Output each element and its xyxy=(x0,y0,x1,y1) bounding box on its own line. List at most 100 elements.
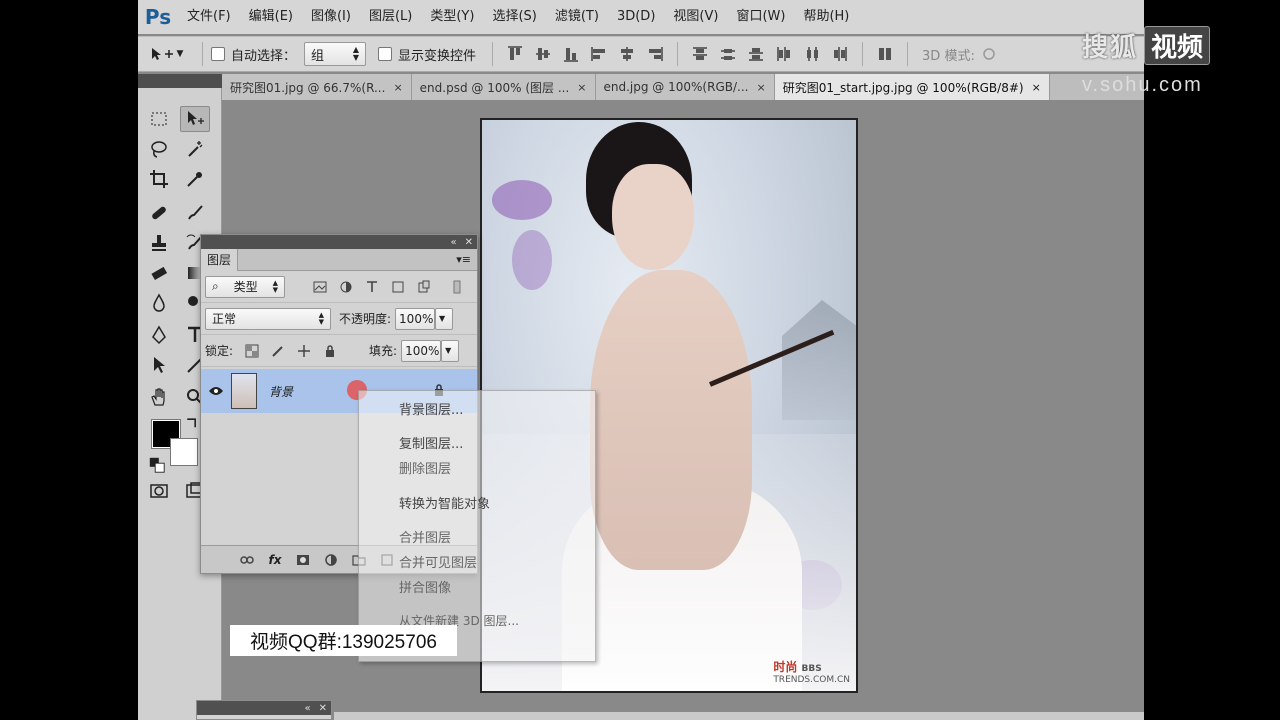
tab-document-2[interactable]: end.psd @ 100% (图层 ... × xyxy=(411,74,596,100)
path-selection-tool[interactable] xyxy=(144,352,174,378)
tab-document-3[interactable]: end.jpg @ 100%(RGB/... × xyxy=(595,74,775,100)
panel-menu-icon[interactable]: ▾≡ xyxy=(456,253,471,266)
tab-layers[interactable]: 图层 xyxy=(201,248,239,271)
3d-orbit-icon[interactable] xyxy=(979,44,999,64)
auto-select-dropdown[interactable]: 组 ▲ ▼ xyxy=(304,42,367,66)
move-tool[interactable] xyxy=(180,106,210,132)
align-top-icon[interactable] xyxy=(505,44,525,64)
menu-view[interactable]: 视图(V) xyxy=(664,0,727,34)
stepper-icon: ▲ ▼ xyxy=(272,278,278,294)
menu-3d[interactable]: 3D(D) xyxy=(608,0,664,34)
opacity-slider-button[interactable]: ▼ xyxy=(435,307,454,330)
align-right-icon[interactable] xyxy=(645,44,665,64)
magic-wand-tool[interactable] xyxy=(180,136,210,162)
quick-mask-button[interactable] xyxy=(144,478,174,504)
menu-help[interactable]: 帮助(H) xyxy=(794,0,858,34)
filter-toggle-icon[interactable] xyxy=(449,279,465,295)
tab-label: end.psd @ 100% (图层 ... xyxy=(419,80,570,95)
tab-document-4[interactable]: 研究图01_start.jpg.jpg @ 100%(RGB/8#) × xyxy=(774,74,1050,100)
close-icon[interactable]: ✕ xyxy=(319,703,327,714)
auto-align-icon[interactable] xyxy=(875,44,895,64)
show-transform-checkbox[interactable] xyxy=(378,47,393,61)
marquee-icon xyxy=(151,112,167,126)
move-tool-preset[interactable]: ▼ xyxy=(138,46,194,62)
menu-item-merge-visible[interactable]: 合并可见图层 xyxy=(399,552,477,571)
brush-tool[interactable] xyxy=(180,200,210,226)
menu-item-merge-layers[interactable]: 合并图层 xyxy=(399,527,451,546)
lock-position-icon[interactable] xyxy=(296,343,312,359)
swap-colors-button[interactable] xyxy=(184,416,200,432)
close-icon[interactable]: × xyxy=(577,81,586,94)
distribute-top-icon[interactable] xyxy=(690,44,710,64)
add-mask-icon[interactable] xyxy=(295,552,311,568)
align-vcenter-icon[interactable] xyxy=(533,44,553,64)
eye-icon[interactable] xyxy=(201,385,231,397)
link-layers-icon[interactable] xyxy=(239,552,255,568)
distribute-right-icon[interactable] xyxy=(830,44,850,64)
align-bottom-icon[interactable] xyxy=(561,44,581,64)
distribute-hcenter-icon[interactable] xyxy=(802,44,822,64)
panel-titlebar[interactable]: « ✕ xyxy=(197,701,331,715)
menu-item-duplicate-layer[interactable]: 复制图层... xyxy=(399,433,463,452)
healing-brush-tool[interactable] xyxy=(144,200,174,226)
default-colors-button[interactable] xyxy=(148,456,166,474)
menu-item-delete-layer[interactable]: 删除图层 xyxy=(399,458,451,477)
background-color-swatch[interactable] xyxy=(170,438,198,466)
opacity-input[interactable]: 100% xyxy=(395,307,436,330)
blend-mode-dropdown[interactable]: 正常 ▲ ▼ xyxy=(205,307,331,330)
distribute-left-icon[interactable] xyxy=(774,44,794,64)
close-icon[interactable]: × xyxy=(393,81,402,94)
lock-pixels-icon[interactable] xyxy=(270,343,286,359)
fx-icon[interactable]: fx xyxy=(267,552,283,568)
blur-tool[interactable] xyxy=(144,290,174,316)
menu-layer[interactable]: 图层(L) xyxy=(360,0,421,34)
eyedropper-tool[interactable] xyxy=(180,166,210,192)
smart-object-filter-icon[interactable] xyxy=(416,279,432,295)
menu-image[interactable]: 图像(I) xyxy=(302,0,360,34)
menu-file[interactable]: 文件(F) xyxy=(178,0,240,34)
menu-filter[interactable]: 滤镜(T) xyxy=(546,0,608,34)
align-left-icon[interactable] xyxy=(589,44,609,64)
menu-item-flatten-image[interactable]: 拼合图像 xyxy=(399,577,451,596)
menu-type[interactable]: 类型(Y) xyxy=(421,0,483,34)
ps-logo: Ps xyxy=(144,5,172,29)
menu-select[interactable]: 选择(S) xyxy=(483,0,545,34)
menu-item-background-layer[interactable]: 背景图层... xyxy=(399,399,463,418)
type-filter-icon[interactable] xyxy=(364,279,380,295)
menu-item-convert-smart-object[interactable]: 转换为智能对象 xyxy=(399,493,490,512)
clone-stamp-tool[interactable] xyxy=(144,230,174,256)
close-icon[interactable]: × xyxy=(756,81,765,94)
adjustment-layer-icon[interactable] xyxy=(323,552,339,568)
layer-thumbnail[interactable] xyxy=(231,373,257,409)
auto-select-checkbox[interactable] xyxy=(211,47,225,61)
toolbox-header[interactable] xyxy=(138,74,222,88)
fill-slider-button[interactable]: ▼ xyxy=(441,339,460,362)
menu-edit[interactable]: 编辑(E) xyxy=(240,0,302,34)
collapse-icon[interactable]: « xyxy=(450,237,456,248)
close-icon[interactable]: × xyxy=(1032,81,1041,94)
pixel-filter-icon[interactable] xyxy=(312,279,328,295)
close-icon[interactable]: ✕ xyxy=(465,237,473,248)
menu-window[interactable]: 窗口(W) xyxy=(727,0,794,34)
hand-tool[interactable] xyxy=(144,384,174,410)
pen-tool[interactable] xyxy=(144,322,174,348)
collapse-icon[interactable]: « xyxy=(304,703,310,714)
fill-input[interactable]: 100% xyxy=(401,339,442,362)
distribute-bottom-icon[interactable] xyxy=(746,44,766,64)
tab-label: 研究图01.jpg @ 66.7%(R... xyxy=(230,80,386,95)
marquee-tool[interactable] xyxy=(144,106,174,132)
lock-all-icon[interactable] xyxy=(322,343,338,359)
lock-transparent-icon[interactable] xyxy=(244,343,260,359)
shape-filter-icon[interactable] xyxy=(390,279,406,295)
layer-name[interactable]: 背景 xyxy=(269,383,341,400)
panel-titlebar[interactable]: « ✕ xyxy=(201,235,477,249)
adjustment-filter-icon[interactable] xyxy=(338,279,354,295)
tab-document-1[interactable]: 研究图01.jpg @ 66.7%(R... × xyxy=(222,74,412,100)
crop-tool[interactable] xyxy=(144,166,174,192)
distribute-vcenter-icon[interactable] xyxy=(718,44,738,64)
eraser-icon xyxy=(151,266,168,280)
lasso-tool[interactable] xyxy=(144,136,174,162)
align-hcenter-icon[interactable] xyxy=(617,44,637,64)
eraser-tool[interactable] xyxy=(144,260,174,286)
filter-type-dropdown[interactable]: ⌕ 类型 ▲ ▼ xyxy=(205,275,285,298)
